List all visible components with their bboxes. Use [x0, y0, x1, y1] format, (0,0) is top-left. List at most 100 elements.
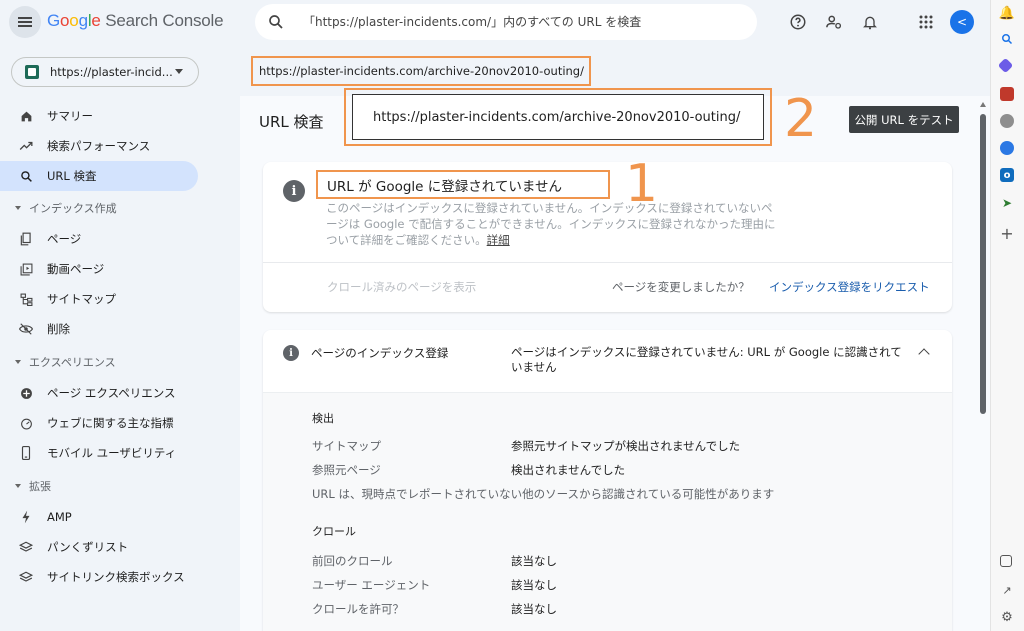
sidebar-item-summary[interactable]: サマリー: [0, 101, 210, 131]
discovery-section-title: 検出: [312, 412, 334, 425]
url-inspect-search: [255, 4, 757, 40]
learn-more-link[interactable]: 詳細: [487, 233, 510, 247]
mobile-icon: [19, 446, 33, 460]
view-crawled-page-link[interactable]: クロール済みのページを表示: [327, 279, 476, 295]
breadcrumb-url: https://plaster-incidents.com/archive-20…: [251, 56, 591, 86]
property-selector[interactable]: https://plaster-incid...: [11, 57, 199, 87]
page-experience-icon: [19, 386, 33, 400]
crawl-allowed-label: クロールを許可？: [312, 602, 404, 616]
annotation-number-1: 1: [625, 154, 659, 214]
collapse-triangle-icon: [15, 484, 21, 488]
apps-grid-icon[interactable]: [915, 11, 937, 33]
scroll-up-arrow-icon[interactable]: [980, 102, 986, 107]
sitemap-icon: [19, 292, 33, 306]
crawl-allowed-value: 該当なし: [511, 602, 557, 616]
search-icon[interactable]: [1000, 32, 1014, 46]
info-icon: i: [283, 345, 299, 361]
sitemap-label: サイトマップ: [312, 439, 381, 453]
main-panel: URL 検査 https://plaster-incidents.com/arc…: [240, 88, 976, 631]
search-icon: [19, 169, 33, 183]
user-settings-icon[interactable]: [823, 11, 845, 33]
user-agent-value: 該当なし: [511, 578, 557, 592]
trend-icon: [19, 139, 33, 153]
office-icon[interactable]: [1000, 141, 1014, 155]
sidebar-layout-icon[interactable]: [1000, 555, 1012, 567]
sidebar-item-url-inspection[interactable]: URL 検査: [0, 161, 198, 191]
help-icon[interactable]: [787, 11, 809, 33]
section-experience[interactable]: エクスペリエンス: [0, 346, 210, 378]
search-console-logo[interactable]: Google Search Console: [47, 11, 224, 31]
sitelinks-icon: [19, 570, 33, 584]
status-description: このページはインデックスに登録されていません。インデックスに登録されていないペー…: [326, 201, 776, 247]
card-divider: [263, 262, 952, 263]
page-title: URL 検査: [259, 113, 324, 131]
last-crawl-label: 前回のクロール: [312, 554, 393, 568]
vitals-icon: [19, 416, 33, 430]
sidebar-item-breadcrumbs[interactable]: パンくずリスト: [0, 532, 210, 562]
person-icon[interactable]: [1000, 114, 1014, 128]
account-avatar[interactable]: <: [950, 10, 974, 34]
main-menu-button[interactable]: [9, 6, 41, 38]
site-favicon-icon: [25, 65, 39, 79]
sidebar-item-core-web-vitals[interactable]: ウェブに関する主な指標: [0, 408, 210, 438]
annotation-box-2: https://plaster-incidents.com/archive-20…: [344, 88, 772, 146]
home-icon: [19, 109, 33, 123]
chevron-up-icon[interactable]: [918, 348, 930, 360]
settings-gear-icon[interactable]: ⚙: [1000, 610, 1014, 625]
sidebar-item-page-experience[interactable]: ページ エクスペリエンス: [0, 378, 210, 408]
last-crawl-value: 該当なし: [511, 554, 557, 568]
page-indexing-card: i ページのインデックス登録 ページはインデックスに登録されていません: URL…: [263, 330, 952, 631]
video-pages-icon: [19, 262, 33, 276]
pages-icon: [19, 232, 33, 246]
annotation-number-2: 2: [784, 89, 818, 149]
sidebar-item-sitelinks-searchbox[interactable]: サイトリンク検索ボックス: [0, 562, 210, 592]
sidebar-item-pages[interactable]: ページ: [0, 224, 210, 254]
index-status-card: i URL が Google に登録されていません このページはインデックスに登…: [263, 162, 952, 312]
search-input[interactable]: [303, 4, 743, 40]
sidebar-item-removals[interactable]: 削除: [0, 314, 210, 344]
chevron-down-icon: [175, 69, 183, 74]
scrollbar-thumb[interactable]: [980, 114, 986, 414]
outlook-icon[interactable]: o: [1000, 168, 1014, 182]
notifications-icon[interactable]: [859, 11, 881, 33]
info-icon: i: [283, 180, 305, 202]
removals-icon: [19, 322, 33, 336]
page-indexing-title: ページのインデックス登録: [311, 346, 449, 360]
inspected-url-field[interactable]: https://plaster-incidents.com/archive-20…: [352, 94, 764, 140]
user-agent-label: ユーザー エージェント: [312, 578, 431, 592]
property-label: https://plaster-incid...: [50, 65, 173, 79]
collapse-triangle-icon: [15, 206, 21, 210]
sidebar-item-mobile-usability[interactable]: モバイル ユーザビリティ: [0, 438, 210, 468]
amp-icon: [19, 510, 33, 524]
product-name: Search Console: [105, 11, 224, 30]
top-bar: Google Search Console <: [0, 0, 990, 46]
crawl-section-title: クロール: [312, 525, 356, 538]
section-indexing[interactable]: インデックス作成: [0, 192, 210, 224]
referring-page-value: 検出されませんでした: [511, 463, 626, 477]
collapse-triangle-icon: [15, 360, 21, 364]
page-changed-prompt: ページを変更しましたか？: [612, 280, 750, 294]
bell-icon[interactable]: 🔔: [999, 6, 1015, 21]
toolbox-icon[interactable]: [1000, 87, 1014, 101]
search-icon[interactable]: [267, 13, 285, 31]
page-indexing-details: 検出 サイトマップ 参照元サイトマップが検出されませんでした 参照元ページ 検出…: [263, 392, 952, 631]
menu-icon: [18, 21, 32, 23]
sidebar-item-performance[interactable]: 検索パフォーマンス: [0, 131, 210, 161]
test-live-url-button[interactable]: 公開 URL をテスト: [849, 106, 959, 133]
section-enhancements[interactable]: 拡張: [0, 470, 210, 502]
sidebar-item-amp[interactable]: AMP: [0, 502, 210, 532]
sitemap-value: 参照元サイトマップが検出されませんでした: [511, 439, 741, 453]
add-icon[interactable]: +: [1000, 224, 1014, 243]
sidebar-nav: サマリー 検索パフォーマンス URL 検査 インデックス作成 ページ 動画ページ…: [0, 101, 210, 592]
external-link-icon[interactable]: ↗: [1000, 583, 1014, 597]
breadcrumbs-icon: [19, 540, 33, 554]
referring-page-label: 参照元ページ: [312, 463, 381, 477]
discovery-note: URL は、現時点でレポートされていない他のソースから認識されている可能性があり…: [312, 487, 775, 501]
sidebar-item-sitemaps[interactable]: サイトマップ: [0, 284, 210, 314]
send-icon[interactable]: ➤: [1000, 196, 1014, 210]
page-indexing-value: ページはインデックスに登録されていません: URL が Google に認識され…: [511, 345, 902, 374]
page-indexing-header[interactable]: i ページのインデックス登録 ページはインデックスに登録されていません: URL…: [263, 330, 952, 392]
status-title: URL が Google に登録されていません: [316, 170, 610, 199]
sidebar-item-video-pages[interactable]: 動画ページ: [0, 254, 210, 284]
request-indexing-link[interactable]: インデックス登録をリクエスト: [769, 279, 930, 295]
